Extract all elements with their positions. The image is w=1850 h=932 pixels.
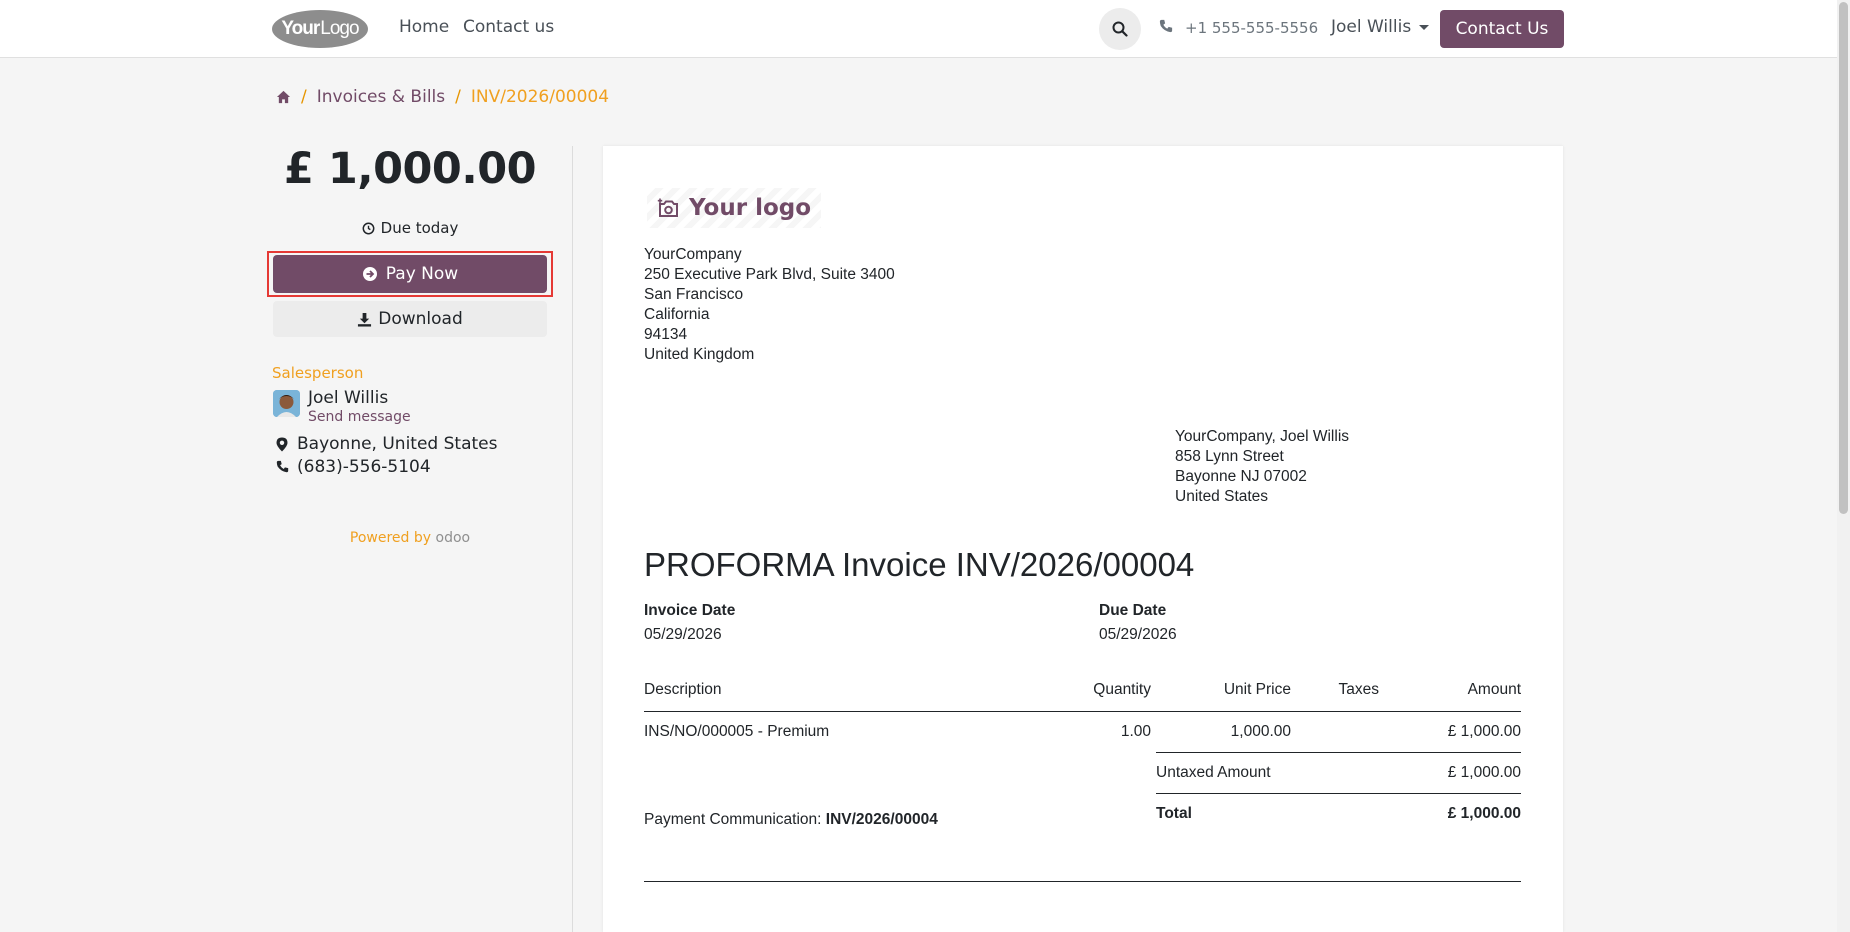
col-unit-price: Unit Price: [1223, 681, 1291, 698]
payment-communication-label: Payment Communication:: [644, 811, 822, 828]
company-line: 94134: [644, 326, 688, 343]
salesperson-label: Salesperson: [272, 364, 364, 382]
powered-by-label: Powered by: [349, 530, 432, 546]
salesperson-name: Joel Willis: [308, 388, 389, 408]
salesperson-phone[interactable]: (683)-556-5104: [297, 457, 431, 477]
pay-now-button[interactable]: Pay Now: [273, 255, 547, 293]
search-button[interactable]: [1099, 8, 1141, 50]
total-amount: £ 1,000.00: [1447, 805, 1521, 822]
total-label: Total: [1156, 805, 1192, 822]
col-description: Description: [644, 681, 722, 698]
salesperson-location: Bayonne, United States: [297, 434, 498, 454]
invoice-amount: £ 1,000.00: [283, 144, 537, 194]
breadcrumb: / Invoices & Bills / INV/2026/00004: [276, 87, 609, 107]
col-amount: Amount: [1467, 681, 1521, 698]
breadcrumb-separator: /: [301, 87, 307, 107]
company-line: California: [644, 306, 710, 323]
sidebar-divider: [572, 146, 573, 932]
col-taxes: Taxes: [1338, 681, 1380, 698]
invoice-date-label: Invoice Date: [644, 602, 736, 619]
map-marker-icon: [276, 437, 288, 452]
home-icon[interactable]: [276, 90, 291, 104]
line-description: INS/NO/000005 - Premium: [644, 723, 830, 740]
contact-us-button[interactable]: Contact Us: [1440, 10, 1564, 48]
download-label: Download: [378, 309, 463, 329]
top-navbar: Your Logo Home Contact us +1 555-555-5556…: [0, 0, 1837, 58]
phone-icon: [1159, 19, 1173, 33]
logo-text-2: Logo: [320, 18, 359, 39]
due-date-label: Due Date: [1099, 602, 1167, 619]
page-scrollbar[interactable]: [1837, 0, 1850, 932]
recipient-line: 858 Lynn Street: [1175, 448, 1284, 465]
company-line: San Francisco: [644, 286, 744, 303]
col-quantity: Quantity: [1093, 681, 1151, 698]
recipient-line: United States: [1175, 488, 1269, 505]
download-icon: [358, 312, 372, 327]
header-phone[interactable]: +1 555-555-5556: [1185, 19, 1318, 37]
chevron-down-icon: [1419, 24, 1430, 30]
nav-contact-link[interactable]: Contact us: [463, 17, 554, 37]
scrollbar-thumb[interactable]: [1839, 2, 1848, 514]
recipient-address: YourCompany, Joel Willis 858 Lynn Street…: [1175, 427, 1349, 507]
untaxed-amount: £ 1,000.00: [1447, 764, 1521, 781]
download-button[interactable]: Download: [273, 301, 547, 337]
powered-by[interactable]: Powered by odoo: [272, 530, 548, 546]
due-text: Due today: [380, 219, 459, 237]
line-quantity: 1.00: [1120, 723, 1151, 740]
salesperson-avatar: [273, 390, 300, 417]
recipient-line: Bayonne NJ 07002: [1175, 468, 1307, 485]
due-date: 05/29/2026: [1099, 626, 1177, 643]
invoice-title: PROFORMA Invoice INV/2026/00004: [644, 546, 1195, 583]
camera-plus-icon: [657, 198, 678, 217]
send-message-link[interactable]: Send message: [308, 409, 411, 425]
odoo-logo: odoo: [435, 530, 471, 546]
company-line: United Kingdom: [644, 346, 755, 363]
nav-home-link[interactable]: Home: [399, 17, 449, 37]
recipient-line: YourCompany, Joel Willis: [1175, 428, 1350, 445]
breadcrumb-current: INV/2026/00004: [470, 87, 610, 107]
line-unit-price: 1,000.00: [1230, 723, 1291, 740]
company-address: YourCompany 250 Executive Park Blvd, Sui…: [644, 245, 895, 365]
company-line: YourCompany: [644, 246, 742, 263]
subtotal-rule: [1156, 752, 1521, 753]
footer-rule: [644, 881, 1521, 882]
table-header-rule: [644, 711, 1521, 712]
search-icon: [1112, 21, 1128, 37]
payment-communication-value: INV/2026/00004: [825, 811, 938, 828]
user-menu[interactable]: Joel Willis: [1331, 17, 1430, 37]
payment-communication: Payment Communication: INV/2026/00004: [644, 811, 938, 829]
due-status: Due today: [272, 219, 548, 237]
untaxed-amount-label: Untaxed Amount: [1156, 764, 1271, 781]
pay-now-label: Pay Now: [385, 264, 459, 284]
invoice-date: 05/29/2026: [644, 626, 722, 643]
total-rule: [1156, 793, 1521, 794]
arrow-circle-right-icon: [362, 267, 377, 281]
company-logo[interactable]: Your logo: [647, 188, 822, 228]
clock-icon: [362, 222, 375, 234]
brand-logo[interactable]: Your Logo: [272, 10, 368, 48]
line-amount: £ 1,000.00: [1447, 723, 1521, 740]
breadcrumb-invoices-link[interactable]: Invoices & Bills: [317, 87, 445, 107]
user-name: Joel Willis: [1331, 17, 1412, 37]
breadcrumb-separator: /: [455, 87, 461, 107]
logo-text: Your: [281, 18, 320, 39]
phone-icon: [276, 460, 289, 473]
company-line: 250 Executive Park Blvd, Suite 3400: [644, 266, 895, 283]
company-logo-text: Your logo: [689, 195, 812, 221]
invoice-document: Your logo YourCompany 250 Executive Park…: [603, 146, 1563, 932]
